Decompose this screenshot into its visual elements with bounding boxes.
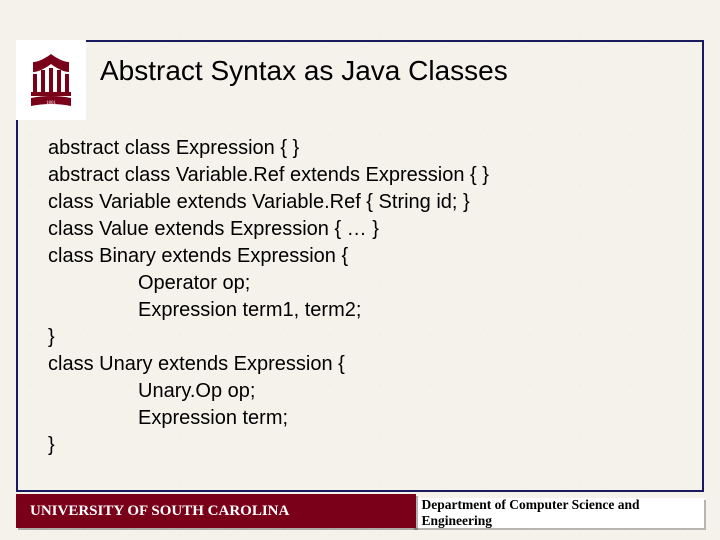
code-line: class Binary extends Expression { (48, 243, 690, 270)
code-line: Expression term1, term2; (48, 297, 690, 324)
code-line: Expression term; (48, 405, 690, 432)
code-line: abstract class Expression { } (48, 135, 690, 162)
code-block: abstract class Expression { } abstract c… (48, 135, 690, 459)
code-line: } (48, 432, 690, 459)
code-line: class Value extends Expression { … } (48, 216, 690, 243)
university-logo: 1801 (16, 40, 86, 120)
code-line: abstract class Variable.Ref extends Expr… (48, 162, 690, 189)
code-line: class Unary extends Expression { (48, 351, 690, 378)
svg-text:1801: 1801 (46, 101, 57, 106)
footer: UNIVERSITY OF SOUTH CAROLINA Department … (16, 494, 704, 528)
code-line: } (48, 324, 690, 351)
slide-title: Abstract Syntax as Java Classes (100, 55, 690, 87)
code-line: class Variable extends Variable.Ref { St… (48, 189, 690, 216)
footer-department: Department of Computer Science and Engin… (412, 498, 704, 528)
footer-university: UNIVERSITY OF SOUTH CAROLINA (16, 494, 416, 528)
code-line: Operator op; (48, 270, 690, 297)
code-line: Unary.Op op; (48, 378, 690, 405)
